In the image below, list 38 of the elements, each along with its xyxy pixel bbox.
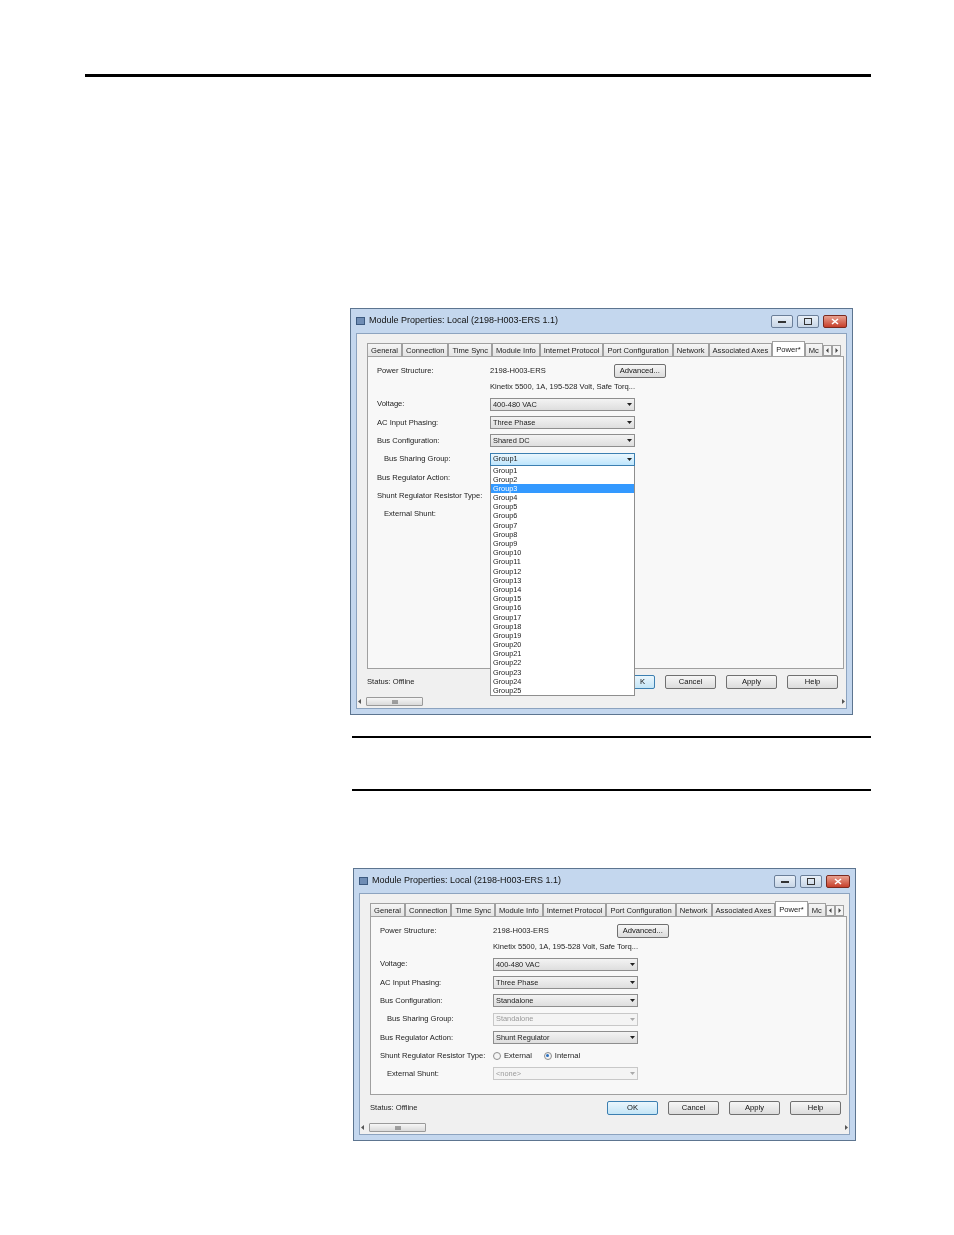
dropdown-arrow-icon <box>630 962 635 966</box>
minimize-button[interactable] <box>771 314 793 328</box>
dropdown-arrow-icon <box>627 457 632 461</box>
scroll-left-icon[interactable] <box>357 699 362 704</box>
maximize-icon[interactable] <box>804 317 812 325</box>
close-button[interactable] <box>826 874 850 888</box>
maximize-icon[interactable] <box>807 877 815 885</box>
app-icon <box>356 317 365 325</box>
close-button[interactable] <box>823 314 847 328</box>
minimize-icon[interactable] <box>778 319 786 323</box>
dropdown-arrow-icon <box>630 999 635 1003</box>
grip-icon <box>391 699 398 704</box>
close-icon[interactable] <box>831 317 839 325</box>
dropdown-arrow-icon <box>630 980 635 984</box>
scroll-right-icon[interactable] <box>834 905 844 916</box>
scroll-left-icon[interactable] <box>822 345 832 356</box>
grip-icon <box>394 1125 401 1130</box>
app-icon <box>359 877 368 885</box>
dropdown-arrow-icon <box>630 1035 635 1039</box>
maximize-button[interactable] <box>797 314 819 328</box>
scroll-left-icon[interactable] <box>825 905 835 916</box>
close-icon[interactable] <box>834 877 842 885</box>
dropdown-arrow-icon <box>627 420 632 424</box>
dropdown-arrow-icon <box>627 402 632 406</box>
horizontal-scrollbar[interactable] <box>360 1121 849 1134</box>
dropdown-arrow-icon <box>627 439 632 443</box>
scroll-right-icon[interactable] <box>841 699 846 704</box>
horizontal-scrollbar[interactable] <box>357 695 846 708</box>
minimize-button[interactable] <box>774 874 796 888</box>
dropdown-arrow-icon <box>630 1072 635 1076</box>
minimize-icon[interactable] <box>781 879 789 883</box>
scroll-left-icon[interactable] <box>360 1125 365 1130</box>
window-title: Module Properties: Local (2198-H003-ERS 1.1) <box>369 314 560 328</box>
dropdown-arrow-icon <box>630 1017 635 1021</box>
maximize-button[interactable] <box>800 874 822 888</box>
scroll-right-icon[interactable] <box>831 345 841 356</box>
window-title: Module Properties: Local (2198-H003-ERS 1.1) <box>372 874 563 888</box>
scroll-right-icon[interactable] <box>844 1125 849 1130</box>
